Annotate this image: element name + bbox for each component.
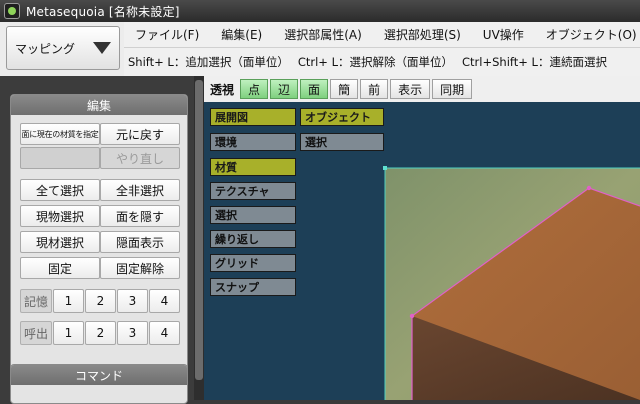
layer-tag-selection[interactable]: 選択 [210, 206, 296, 224]
layer-tag-texture[interactable]: テクスチャ [210, 182, 296, 200]
sync-button[interactable]: 同期 [432, 79, 473, 99]
view-mode-label: 透視 [210, 82, 235, 97]
mode-area: マッピング [0, 22, 124, 76]
left-panel: 編集 面に現在の材質を指定 元に戻す やり直し 全て選択 全非選択 現物選択 面… [0, 76, 204, 404]
menu-object[interactable]: オブジェクト(O) [535, 26, 640, 43]
memory-slot-2[interactable]: 2 [85, 289, 116, 313]
hide-face-button[interactable]: 面を隠す [100, 205, 180, 227]
show-hidden-button[interactable]: 隠面表示 [100, 231, 180, 253]
redo-button[interactable]: やり直し [100, 147, 180, 169]
toggle-front[interactable]: 前 [360, 79, 389, 99]
menu-uv[interactable]: UV操作 [472, 26, 535, 43]
hint-deselect: Ctrl+ L：選択解除（面単位） [297, 55, 454, 69]
recall-slot-1[interactable]: 1 [53, 321, 84, 345]
command-panel-title: コマンド [11, 365, 187, 385]
layer-tag-repeat[interactable]: 繰り返し [210, 230, 296, 248]
select-object-button[interactable]: 現物選択 [20, 205, 100, 227]
menu-bar: ファイル(F) 編集(E) 選択部属性(A) 選択部処理(S) UV操作 オブジ… [124, 22, 640, 48]
layer-tag-grid[interactable]: グリッド [210, 254, 296, 272]
memory-slot-3[interactable]: 3 [117, 289, 148, 313]
layer-tag-snap[interactable]: スナップ [210, 278, 296, 296]
select-material-button[interactable]: 現材選択 [20, 231, 100, 253]
vertex-point[interactable] [409, 313, 415, 319]
recall-label: 呼出 [20, 321, 52, 345]
display-button[interactable]: 表示 [390, 79, 431, 99]
mode-dropdown[interactable]: マッピング [6, 26, 120, 70]
assign-material-button[interactable]: 面に現在の材質を指定 [20, 123, 100, 145]
title-bar: Metasequoia [名称未設定] [0, 0, 640, 22]
texture-corner-handle[interactable] [383, 166, 387, 170]
recall-slot-2[interactable]: 2 [85, 321, 116, 345]
edit-panel-title: 編集 [11, 95, 187, 115]
layer-tag-object[interactable]: オブジェクト [300, 108, 384, 126]
layer-tag-material[interactable]: 材質 [210, 158, 296, 176]
layer-tag-object-selection[interactable]: 選択 [300, 133, 384, 151]
menu-file[interactable]: ファイル(F) [124, 26, 210, 43]
command-panel: コマンド [10, 364, 188, 404]
lock-button[interactable]: 固定 [20, 257, 100, 279]
recall-slot-3[interactable]: 3 [117, 321, 148, 345]
empty-slot [20, 147, 100, 169]
layer-tag-uv-map[interactable]: 展開図 [210, 108, 296, 126]
hint-connected-select: Ctrl+Shift+ L：連続面選択 [462, 55, 607, 69]
memory-slot-4[interactable]: 4 [149, 289, 180, 313]
scrollbar-thumb[interactable] [195, 80, 203, 380]
toggle-edge[interactable]: 辺 [270, 79, 299, 99]
hint-add-select: Shift+ L：追加選択（面単位） [128, 55, 289, 69]
deselect-all-button[interactable]: 全非選択 [100, 179, 180, 201]
memory-label: 記憶 [20, 289, 52, 313]
mode-label: マッピング [15, 41, 76, 56]
left-panel-scrollbar[interactable] [194, 76, 204, 400]
viewport[interactable]: 展開図 環境 材質 テクスチャ 選択 繰り返し グリッド スナップ オブジェクト… [204, 102, 640, 400]
memory-slot-1[interactable]: 1 [53, 289, 84, 313]
viewport-toolbar: 透視 点 辺 面 簡 前 表示 同期 [204, 76, 640, 102]
shortcut-hint-bar: Shift+ L：追加選択（面単位） Ctrl+ L：選択解除（面単位） Ctr… [124, 48, 640, 76]
vertex-point[interactable] [586, 185, 592, 191]
edit-panel: 編集 面に現在の材質を指定 元に戻す やり直し 全て選択 全非選択 現物選択 面… [10, 94, 188, 378]
chevron-down-icon [93, 42, 111, 54]
select-all-button[interactable]: 全て選択 [20, 179, 100, 201]
unlock-button[interactable]: 固定解除 [100, 257, 180, 279]
toggle-face[interactable]: 面 [300, 79, 329, 99]
undo-button[interactable]: 元に戻す [100, 123, 180, 145]
recall-slot-4[interactable]: 4 [149, 321, 180, 345]
toggle-vertex[interactable]: 点 [240, 79, 269, 99]
app-icon [4, 3, 20, 19]
menu-selection-process[interactable]: 選択部処理(S) [373, 26, 472, 43]
toggle-simple[interactable]: 簡 [330, 79, 359, 99]
menu-selection-attributes[interactable]: 選択部属性(A) [273, 26, 373, 43]
menu-edit[interactable]: 編集(E) [210, 26, 273, 43]
window-title: Metasequoia [名称未設定] [26, 4, 180, 19]
layer-tag-environment[interactable]: 環境 [210, 133, 296, 151]
